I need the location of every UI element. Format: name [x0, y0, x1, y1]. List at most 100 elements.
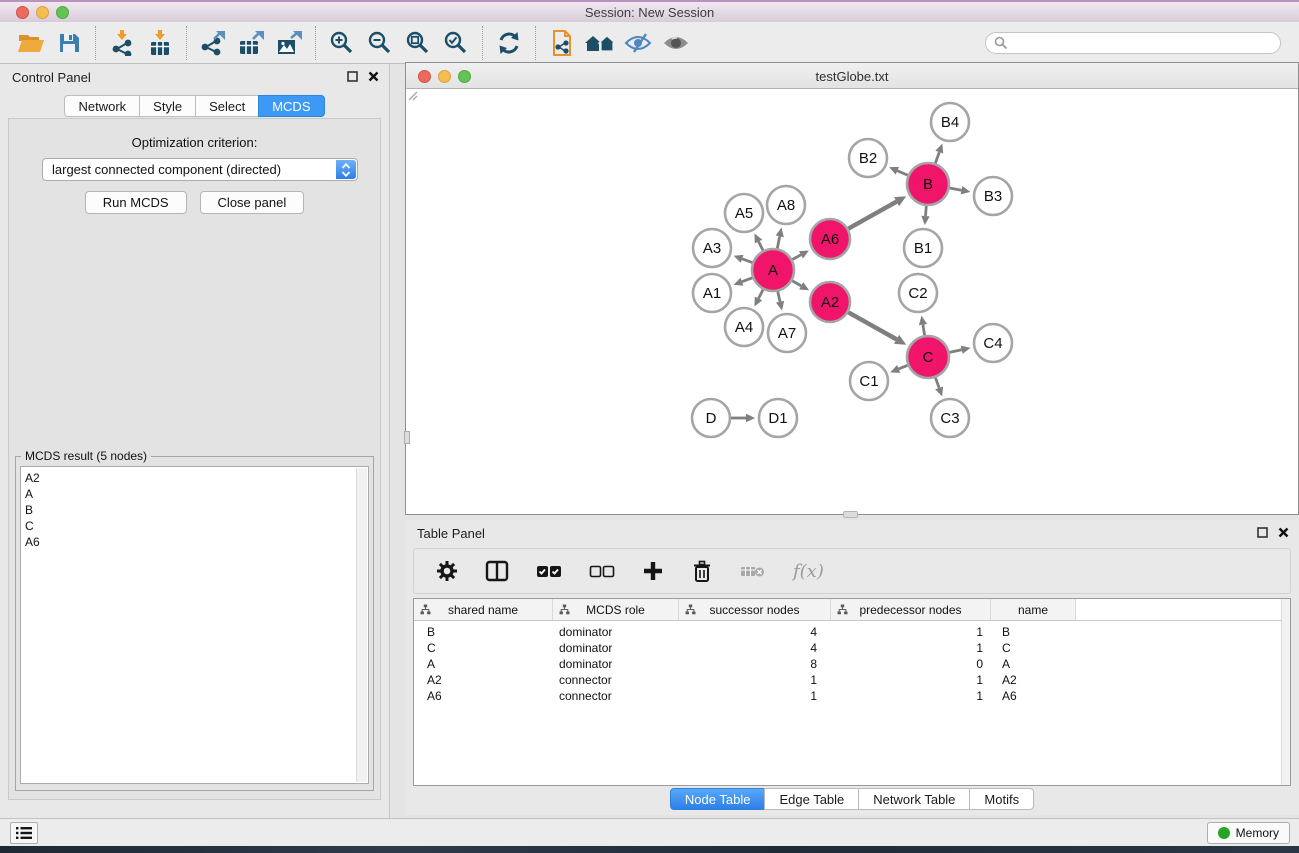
column-header-successor-nodes[interactable]: successor nodes [679, 599, 831, 620]
table-cell: 4 [679, 641, 831, 655]
add-button[interactable] [642, 560, 664, 582]
graph-edge-C-C2[interactable] [923, 325, 925, 336]
mcds-result-item[interactable]: C [25, 518, 368, 534]
zoom-fit-button[interactable] [401, 27, 435, 59]
mcds-result-item[interactable]: B [25, 502, 368, 518]
close-panel-icon[interactable] [368, 71, 379, 82]
graph-edge-A-A2[interactable] [792, 281, 801, 286]
graph-node-label-A8: A8 [777, 197, 795, 214]
close-panel-button[interactable]: Close panel [200, 191, 305, 214]
resize-grip-icon[interactable] [406, 89, 418, 101]
mcds-result-item[interactable]: A2 [25, 470, 368, 486]
panel-splitter-handle[interactable] [404, 431, 410, 444]
graph-edge-A-A8[interactable] [777, 236, 779, 248]
graph-edge-B-B3[interactable] [950, 188, 962, 190]
select-stepper[interactable] [336, 160, 356, 179]
horizontal-splitter-handle[interactable] [843, 511, 858, 518]
graph-edge-A-A6[interactable] [792, 255, 801, 260]
export-image-button[interactable] [272, 27, 306, 59]
split-table-button[interactable] [485, 560, 509, 582]
save-session-button[interactable] [52, 27, 86, 59]
graph-edge-A2-C[interactable] [848, 312, 896, 339]
zoom-selected-button[interactable] [439, 27, 473, 59]
graph-edge-arrowhead [776, 228, 784, 238]
table-settings-button[interactable] [436, 560, 458, 582]
graph-edge-A-A7[interactable] [778, 291, 780, 301]
graph-edge-B-B1[interactable] [925, 206, 926, 216]
table-scrollbar[interactable] [1281, 599, 1290, 785]
graph-edge-A-A4[interactable] [759, 290, 764, 299]
mcds-result-item[interactable]: A6 [25, 534, 368, 550]
column-header-name[interactable]: name [991, 599, 1076, 620]
home-layout-button[interactable] [583, 27, 617, 59]
table-body: Bdominator41BCdominator41CAdominator80AA… [414, 624, 1290, 704]
control-panel-title: Control Panel [12, 70, 91, 85]
mcds-result-item[interactable]: A [25, 486, 368, 502]
graph-edge-A-A3[interactable] [742, 259, 752, 263]
table-cell: 1 [679, 689, 831, 703]
import-table-button[interactable] [143, 27, 177, 59]
hide-details-button[interactable] [621, 27, 655, 59]
table-row[interactable]: A2connector11A2 [414, 672, 1290, 688]
search-field[interactable] [985, 32, 1281, 54]
memory-button[interactable]: Memory [1207, 822, 1290, 844]
status-bar: Memory [0, 818, 1299, 846]
delete-button[interactable] [691, 560, 713, 583]
run-mcds-button[interactable]: Run MCDS [85, 191, 187, 214]
tab-network[interactable]: Network [64, 95, 140, 117]
table-cell: dominator [553, 625, 679, 639]
graph-edge-C-C3[interactable] [935, 378, 939, 388]
optimization-criterion-label: Optimization criterion: [9, 135, 380, 150]
import-network-button[interactable] [105, 27, 139, 59]
graph-edge-C-C4[interactable] [950, 350, 962, 353]
close-panel-icon[interactable] [1278, 527, 1289, 538]
column-header-predecessor-nodes[interactable]: predecessor nodes [831, 599, 991, 620]
column-header-mcds-role[interactable]: MCDS role [553, 599, 679, 620]
unchecked-boxes-icon [589, 564, 615, 578]
table-row[interactable]: A6connector11A6 [414, 688, 1290, 704]
table-row[interactable]: Bdominator41B [414, 624, 1290, 640]
tab-select[interactable]: Select [195, 95, 259, 117]
tab-network-table[interactable]: Network Table [858, 788, 970, 810]
graph-node-label-D: D [706, 410, 717, 427]
tab-motifs[interactable]: Motifs [969, 788, 1034, 810]
select-all-button[interactable] [536, 564, 562, 578]
tab-mcds[interactable]: MCDS [258, 95, 324, 117]
deselect-all-button[interactable] [589, 564, 615, 578]
open-session-button[interactable] [14, 27, 48, 59]
tab-style[interactable]: Style [139, 95, 196, 117]
graph-edge-A-A5[interactable] [759, 242, 764, 251]
graph-edge-A-A1[interactable] [742, 278, 752, 282]
zoom-in-button[interactable] [325, 27, 359, 59]
float-panel-icon[interactable] [347, 71, 358, 82]
export-network-button[interactable] [196, 27, 230, 59]
table-row[interactable]: Cdominator41C [414, 640, 1290, 656]
document-network-button[interactable] [545, 27, 579, 59]
tab-node-table[interactable]: Node Table [670, 788, 766, 810]
refresh-button[interactable] [492, 27, 526, 59]
graph-edge-B-B2[interactable] [897, 171, 907, 176]
tab-edge-table[interactable]: Edge Table [764, 788, 859, 810]
graph-edge-B-B4[interactable] [935, 152, 939, 163]
network-graph[interactable]: AA1A2A3A4A5A6A7A8BB1B2B3B4CC1C2C3C4DD1 [406, 89, 1298, 514]
export-table-button[interactable] [234, 27, 268, 59]
table-cell: A6 [991, 689, 1076, 703]
export-image-icon [276, 30, 302, 56]
network-canvas[interactable]: AA1A2A3A4A5A6A7A8BB1B2B3B4CC1C2C3C4DD1 [406, 89, 1298, 514]
zoom-out-button[interactable] [363, 27, 397, 59]
task-history-button[interactable] [10, 822, 38, 844]
graph-edge-C-C1[interactable] [899, 365, 908, 369]
graph-edge-A6-B[interactable] [848, 202, 896, 229]
criterion-select[interactable]: largest connected component (directed) [42, 158, 358, 181]
show-details-button[interactable] [659, 27, 693, 59]
mcds-result-list[interactable]: A2ABCA6 [20, 466, 369, 784]
header-spacer [1076, 599, 1290, 620]
result-list-scrollbar[interactable] [356, 468, 367, 782]
network-window-titlebar[interactable]: testGlobe.txt [406, 63, 1298, 89]
graph-edge-arrowhead [961, 186, 971, 194]
float-panel-icon[interactable] [1257, 527, 1268, 538]
graph-edge-arrowhead [935, 144, 943, 154]
table-row[interactable]: Adominator80A [414, 656, 1290, 672]
table-cell: dominator [553, 641, 679, 655]
column-header-shared-name[interactable]: shared name [414, 599, 553, 620]
